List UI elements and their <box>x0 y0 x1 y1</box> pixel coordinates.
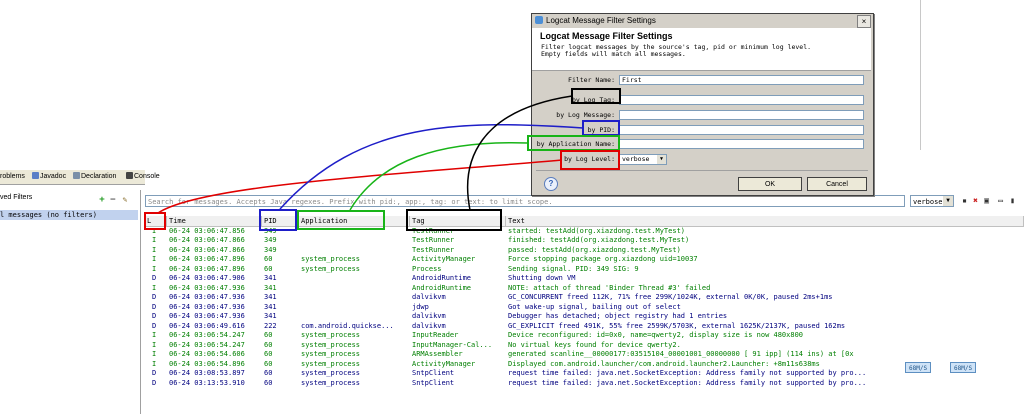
connector-application <box>349 141 529 211</box>
annotation-arrows <box>157 95 584 214</box>
connector-pid <box>279 124 584 210</box>
connector-level <box>157 159 563 214</box>
connector-tag <box>466 95 573 211</box>
